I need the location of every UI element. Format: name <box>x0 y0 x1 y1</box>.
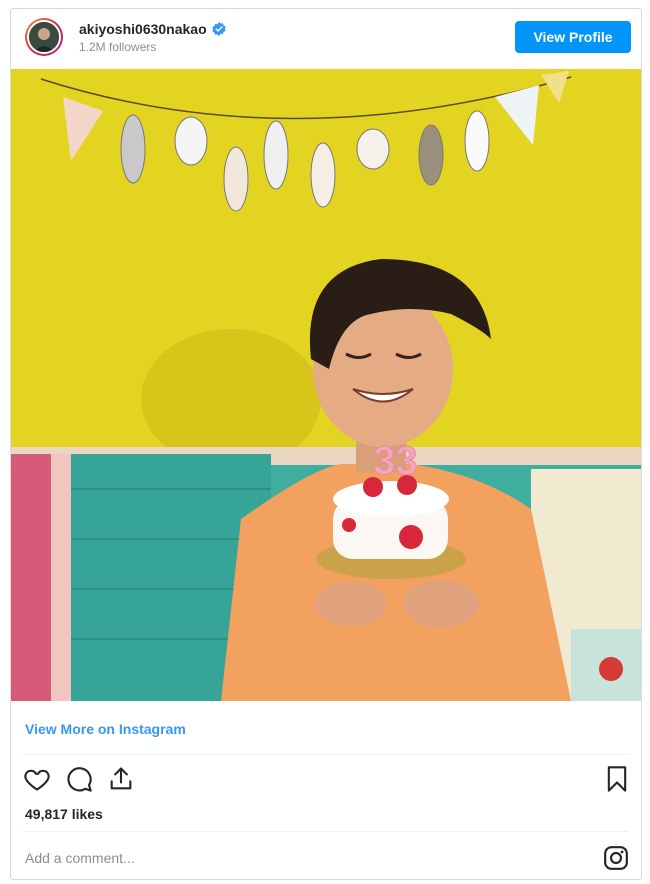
divider <box>23 754 629 755</box>
instagram-logo-icon[interactable] <box>603 845 629 871</box>
view-profile-button[interactable]: View Profile <box>515 21 631 53</box>
svg-text:33: 33 <box>373 439 418 483</box>
avatar-image <box>27 20 61 54</box>
followers-count: 1.2M followers <box>79 40 157 54</box>
comment-input[interactable] <box>25 847 545 869</box>
likes-count[interactable]: 49,817 likes <box>25 806 103 822</box>
heart-icon[interactable] <box>23 765 51 793</box>
share-icon[interactable] <box>107 765 135 793</box>
verified-badge-icon <box>212 22 226 36</box>
post-photo[interactable]: 33 <box>11 69 641 701</box>
comment-row <box>11 835 641 879</box>
view-more-link[interactable]: View More on Instagram <box>25 721 186 737</box>
username[interactable]: akiyoshi0630nakao <box>79 21 207 37</box>
username-row: akiyoshi0630nakao <box>79 21 226 37</box>
bookmark-icon[interactable] <box>603 765 631 793</box>
instagram-embed-card: akiyoshi0630nakao 1.2M followers View Pr… <box>10 8 642 880</box>
divider <box>23 831 629 832</box>
post-header: akiyoshi0630nakao 1.2M followers View Pr… <box>11 9 641 69</box>
avatar[interactable] <box>25 18 63 56</box>
post-photo-illustration: 33 <box>11 69 641 701</box>
post-actions <box>11 761 641 801</box>
comment-icon[interactable] <box>65 765 93 793</box>
